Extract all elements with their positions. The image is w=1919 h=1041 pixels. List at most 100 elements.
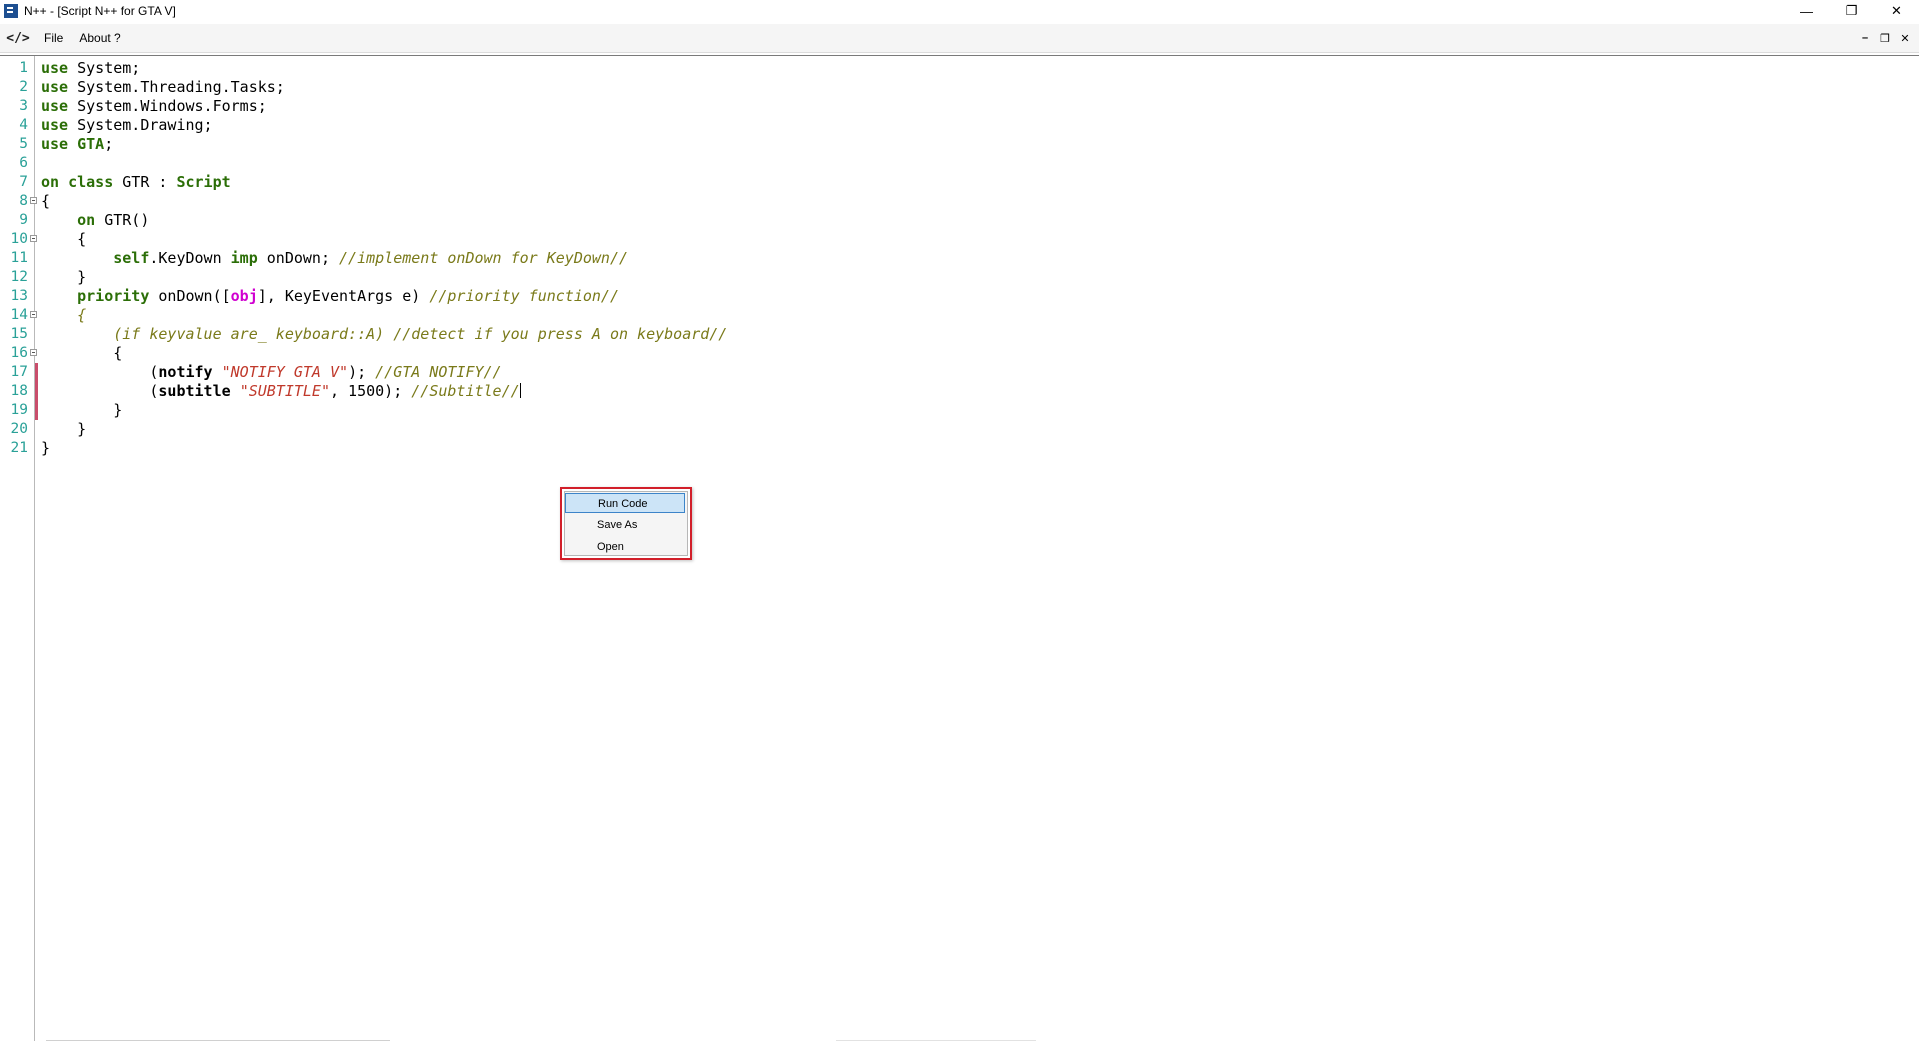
context-open[interactable]: Open xyxy=(565,537,685,557)
code-token: use xyxy=(41,78,69,96)
code-line[interactable]: use System.Windows.Forms; xyxy=(41,97,727,116)
fold-slot xyxy=(29,97,39,116)
code-token: ( xyxy=(41,363,159,381)
fold-slot xyxy=(29,192,39,211)
restore-button[interactable]: ❐ xyxy=(1829,0,1874,22)
code-token: GTR() xyxy=(95,211,150,229)
code-line[interactable]: } xyxy=(41,268,727,287)
code-editor[interactable]: 1 2 3 4 5 6 7 8 9 10 11 12 13 14 15 16 17 18 19 20 21 use Sy… xyxy=(0,55,1919,1041)
change-marker xyxy=(35,401,38,420)
code-token: ); xyxy=(348,363,376,381)
code-token: { xyxy=(41,192,51,210)
code-token: ; xyxy=(104,135,114,153)
code-token: "SUBTITLE" xyxy=(239,382,330,400)
line-number: 6 xyxy=(19,155,28,171)
fold-toggle-icon[interactable] xyxy=(30,197,37,204)
code-token: { xyxy=(41,344,123,362)
fold-slot xyxy=(29,154,39,173)
fold-toggle-icon[interactable] xyxy=(30,235,37,242)
app-icon xyxy=(4,4,18,18)
code-line[interactable]: use System.Drawing; xyxy=(41,116,727,135)
line-number: 13 xyxy=(10,288,28,304)
line-number: 4 xyxy=(19,117,28,133)
code-token: notify xyxy=(158,363,213,381)
line-number: 11 xyxy=(10,250,28,266)
code-line[interactable]: { xyxy=(41,306,727,325)
line-number: 12 xyxy=(10,269,28,285)
code-line[interactable]: use GTA; xyxy=(41,135,727,154)
code-token: (if keyvalue are_ keyboard::A) //detect … xyxy=(113,325,728,343)
fold-slot xyxy=(29,287,39,306)
window-controls: — ❐ ✕ xyxy=(1784,0,1919,22)
code-token: on xyxy=(77,211,96,229)
code-line[interactable]: { xyxy=(41,230,727,249)
code-token: onDown; xyxy=(257,249,340,267)
text-caret xyxy=(519,383,521,398)
code-line[interactable]: on class GTR : Script xyxy=(41,173,727,192)
menu-about[interactable]: About ? xyxy=(71,24,128,52)
code-token: use xyxy=(41,59,69,77)
code-token: obj xyxy=(230,287,258,305)
line-number: 9 xyxy=(19,212,28,228)
code-icon[interactable]: </> xyxy=(6,28,29,48)
code-line[interactable]: { xyxy=(41,192,727,211)
code-line[interactable]: self.KeyDown imp onDown; //implement onD… xyxy=(41,249,727,268)
mdi-minimize-button[interactable]: – xyxy=(1855,30,1875,46)
mdi-restore-button[interactable]: ❐ xyxy=(1875,30,1895,46)
line-number: 3 xyxy=(19,98,28,114)
code-token: //implement onDown for KeyDown// xyxy=(339,249,629,267)
change-marker xyxy=(35,363,38,382)
line-numbers: 1 2 3 4 5 6 7 8 9 10 11 12 13 14 15 16 17 18 19 20 21 xyxy=(0,59,28,458)
fold-slot xyxy=(29,439,39,458)
context-save-as[interactable]: Save As xyxy=(565,515,685,535)
fold-toggle-icon[interactable] xyxy=(30,311,37,318)
code-line[interactable]: (if keyvalue are_ keyboard::A) //detect … xyxy=(41,325,727,344)
code-line[interactable]: } xyxy=(41,439,727,458)
code-line[interactable] xyxy=(41,154,727,173)
code-token: GTA xyxy=(77,135,105,153)
fold-slot xyxy=(29,344,39,363)
change-marker xyxy=(35,382,38,401)
title-bar: N++ - [Script N++ for GTA V] — ❐ ✕ xyxy=(0,0,1919,22)
code-token: { xyxy=(41,230,87,248)
context-menu-panel: Run Code Save As Open xyxy=(564,491,688,556)
fold-slot xyxy=(29,268,39,287)
fold-slot xyxy=(29,59,39,78)
line-number: 16 xyxy=(10,345,28,361)
code-token: onDown([ xyxy=(149,287,231,305)
code-token: System.Drawing; xyxy=(68,116,213,134)
menu-file[interactable]: File xyxy=(36,24,71,52)
code-token: } xyxy=(41,420,87,438)
close-button[interactable]: ✕ xyxy=(1874,0,1919,22)
app-window: N++ - [Script N++ for GTA V] — ❐ ✕ </> F… xyxy=(0,0,1919,1041)
code-line[interactable]: on GTR() xyxy=(41,211,727,230)
fold-slot xyxy=(29,211,39,230)
code-line[interactable]: use System; xyxy=(41,59,727,78)
code-token: System.Windows.Forms; xyxy=(68,97,267,115)
code-line[interactable]: } xyxy=(41,420,727,439)
code-token: self xyxy=(113,249,150,267)
code-line[interactable]: (subtitle "SUBTITLE", 1500); //Subtitle/… xyxy=(41,382,727,401)
code-line[interactable]: { xyxy=(41,344,727,363)
code-line[interactable]: use System.Threading.Tasks; xyxy=(41,78,727,97)
line-number: 19 xyxy=(10,402,28,418)
line-number: 18 xyxy=(10,383,28,399)
minimize-button[interactable]: — xyxy=(1784,0,1829,22)
code-line[interactable]: priority onDown([obj], KeyEventArgs e) /… xyxy=(41,287,727,306)
code-area[interactable]: use System; use System.Threading.Tasks; us… xyxy=(41,59,727,458)
code-line[interactable]: (notify "NOTIFY GTA V"); //GTA NOTIFY// xyxy=(41,363,727,382)
code-token: priority xyxy=(77,287,150,305)
fold-toggle-icon[interactable] xyxy=(30,349,37,356)
context-run-code[interactable]: Run Code xyxy=(565,493,685,513)
code-token: ( xyxy=(41,382,159,400)
code-line[interactable]: } xyxy=(41,401,727,420)
line-number: 20 xyxy=(10,421,28,437)
window-title: N++ - [Script N++ for GTA V] xyxy=(24,4,176,18)
mdi-close-button[interactable]: ✕ xyxy=(1895,30,1915,46)
fold-slot xyxy=(29,325,39,344)
line-number: 10 xyxy=(10,231,28,247)
